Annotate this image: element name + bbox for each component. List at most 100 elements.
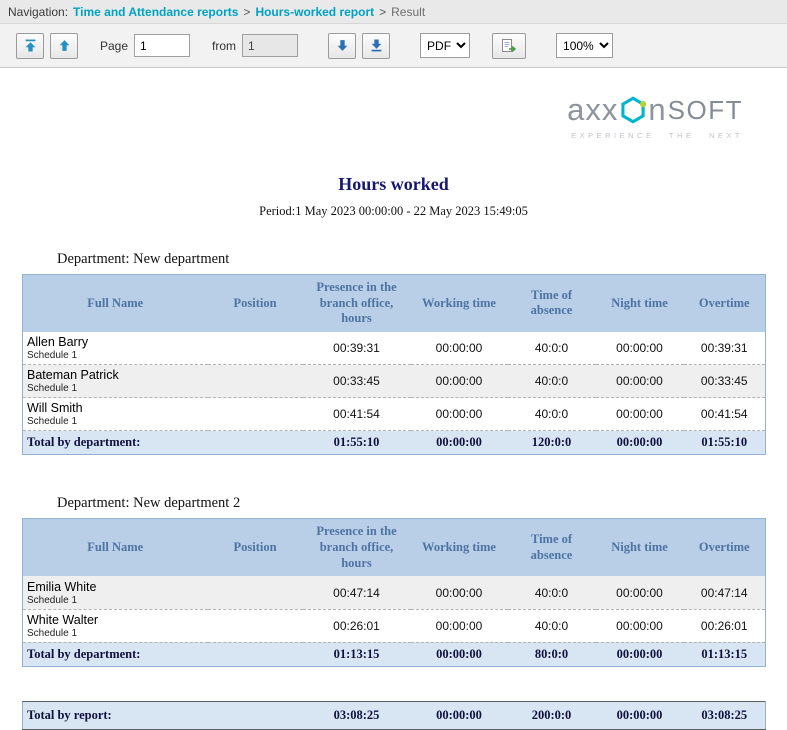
total-label: Total by department: xyxy=(23,642,208,666)
absence-cell: 200:0:0 xyxy=(508,701,596,729)
report-period: Period:1 May 2023 00:00:00 - 22 May 2023… xyxy=(0,204,787,219)
col-header-overtime: Overtime xyxy=(684,519,766,576)
col-header-presence: Presence in the branch office, hours xyxy=(303,519,411,576)
overtime-cell: 01:13:15 xyxy=(684,642,766,666)
col-header-presence: Presence in the branch office, hours xyxy=(303,275,411,332)
working-time-cell: 00:00:00 xyxy=(411,576,508,609)
overtime-cell: 00:26:01 xyxy=(684,609,766,642)
col-header-full-name: Full Name xyxy=(23,275,208,332)
working-time-cell: 00:00:00 xyxy=(411,332,508,365)
employee-schedule: Schedule 1 xyxy=(27,383,204,394)
department-table-2: Full Name Position Presence in the branc… xyxy=(22,518,766,666)
hexagon-logo-icon xyxy=(619,96,647,124)
night-time-cell: 00:00:00 xyxy=(596,332,684,365)
position-cell xyxy=(208,642,303,666)
col-header-night-time: Night time xyxy=(596,275,684,332)
breadcrumb-current: Result xyxy=(391,5,425,19)
position-cell xyxy=(208,576,303,609)
report-title: Hours worked xyxy=(0,174,787,195)
absence-cell: 80:0:0 xyxy=(508,642,596,666)
col-header-position: Position xyxy=(208,275,303,332)
employee-name: Will Smith xyxy=(27,401,204,415)
position-cell xyxy=(208,431,303,455)
col-header-overtime: Overtime xyxy=(684,275,766,332)
overtime-cell: 00:47:14 xyxy=(684,576,766,609)
employee-name: White Walter xyxy=(27,613,204,627)
position-cell xyxy=(208,332,303,365)
table-row: Bateman PatrickSchedule 1 00:33:45 00:00… xyxy=(23,365,766,398)
last-page-button[interactable] xyxy=(362,33,390,59)
breadcrumb-link-time-attendance[interactable]: Time and Attendance reports xyxy=(73,5,238,19)
export-button[interactable] xyxy=(492,33,526,59)
first-page-button[interactable] xyxy=(16,33,44,59)
night-time-cell: 00:00:00 xyxy=(596,365,684,398)
from-label: from xyxy=(212,39,236,53)
table-row: Emilia WhiteSchedule 1 00:47:14 00:00:00… xyxy=(23,576,766,609)
table-header-row: Full Name Position Presence in the branc… xyxy=(23,275,766,332)
col-header-time-of-absence: Time of absence xyxy=(508,519,596,576)
col-header-working-time: Working time xyxy=(411,275,508,332)
report-toolbar: Page from PDF 100% xyxy=(0,24,787,68)
department-heading-2: Department: New department 2 xyxy=(57,495,787,512)
employee-name: Emilia White xyxy=(27,580,204,594)
department-table-1: Full Name Position Presence in the branc… xyxy=(22,274,766,455)
prev-page-button[interactable] xyxy=(50,33,78,59)
overtime-cell: 00:39:31 xyxy=(684,332,766,365)
employee-schedule: Schedule 1 xyxy=(27,628,204,639)
page-input[interactable] xyxy=(134,34,190,57)
working-time-cell: 00:00:00 xyxy=(411,642,508,666)
report-total-label: Total by report: xyxy=(23,701,208,729)
overtime-cell: 01:55:10 xyxy=(684,431,766,455)
breadcrumb-link-hours-worked[interactable]: Hours-worked report xyxy=(255,5,374,19)
logo-text-n: n xyxy=(648,94,666,125)
night-time-cell: 00:00:00 xyxy=(596,701,684,729)
night-time-cell: 00:00:00 xyxy=(596,642,684,666)
position-cell xyxy=(208,609,303,642)
working-time-cell: 00:00:00 xyxy=(411,701,508,729)
zoom-select[interactable]: 100% xyxy=(556,33,613,58)
absence-cell: 120:0:0 xyxy=(508,431,596,455)
working-time-cell: 00:00:00 xyxy=(411,609,508,642)
next-page-button[interactable] xyxy=(328,33,356,59)
employee-schedule: Schedule 1 xyxy=(27,595,204,606)
overtime-cell: 03:08:25 xyxy=(684,701,766,729)
working-time-cell: 00:00:00 xyxy=(411,398,508,431)
department-total-row: Total by department: 01:13:15 00:00:00 8… xyxy=(23,642,766,666)
department-total-row: Total by department: 01:55:10 00:00:00 1… xyxy=(23,431,766,455)
position-cell xyxy=(208,701,303,729)
working-time-cell: 00:00:00 xyxy=(411,431,508,455)
position-cell xyxy=(208,365,303,398)
employee-schedule: Schedule 1 xyxy=(27,416,204,427)
logo-text-soft: SOFT xyxy=(667,97,743,123)
presence-cell: 01:13:15 xyxy=(303,642,411,666)
export-format-select[interactable]: PDF xyxy=(420,33,470,58)
col-header-night-time: Night time xyxy=(596,519,684,576)
night-time-cell: 00:00:00 xyxy=(596,609,684,642)
report-total-table: Total by report: 03:08:25 00:00:00 200:0… xyxy=(22,701,766,730)
employee-name: Allen Barry xyxy=(27,335,204,349)
table-row: White WalterSchedule 1 00:26:01 00:00:00… xyxy=(23,609,766,642)
col-header-working-time: Working time xyxy=(411,519,508,576)
presence-cell: 00:47:14 xyxy=(303,576,411,609)
absence-cell: 40:0:0 xyxy=(508,609,596,642)
position-cell xyxy=(208,398,303,431)
employee-name: Bateman Patrick xyxy=(27,368,204,382)
page-label: Page xyxy=(100,39,128,53)
night-time-cell: 00:00:00 xyxy=(596,576,684,609)
presence-cell: 00:41:54 xyxy=(303,398,411,431)
absence-cell: 40:0:0 xyxy=(508,398,596,431)
axxonsoft-logo: axx n SOFT EXPERIENCE THE NEXT xyxy=(0,94,787,140)
breadcrumb: Navigation: Time and Attendance reports … xyxy=(0,0,787,24)
table-row: Allen BarrySchedule 1 00:39:31 00:00:00 … xyxy=(23,332,766,365)
logo-text-axx: axx xyxy=(567,94,618,125)
working-time-cell: 00:00:00 xyxy=(411,365,508,398)
night-time-cell: 00:00:00 xyxy=(596,431,684,455)
total-pages-field xyxy=(242,34,298,57)
overtime-cell: 00:33:45 xyxy=(684,365,766,398)
breadcrumb-label: Navigation: xyxy=(8,5,68,19)
report-total-row: Total by report: 03:08:25 00:00:00 200:0… xyxy=(23,701,766,729)
next-page-icon xyxy=(336,39,349,52)
table-header-row: Full Name Position Presence in the branc… xyxy=(23,519,766,576)
col-header-time-of-absence: Time of absence xyxy=(508,275,596,332)
overtime-cell: 00:41:54 xyxy=(684,398,766,431)
